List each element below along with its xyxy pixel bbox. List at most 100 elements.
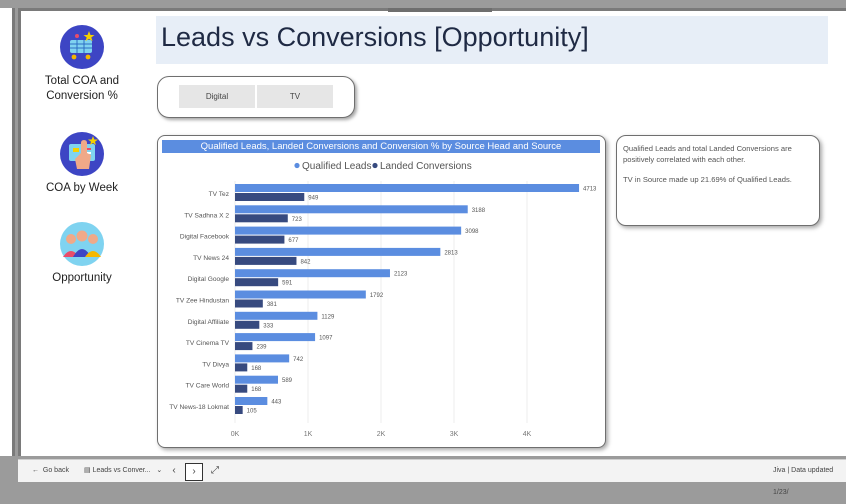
category-label: TV News 24 [193,255,229,262]
bar-qualified[interactable] [235,269,390,278]
x-tick-label: 4K [523,431,532,438]
category-label: Digital Affiliate [188,319,230,326]
left-panel-edge [0,8,15,456]
go-back-label: Go back [42,467,69,474]
data-label: 443 [271,400,282,406]
insight-line-1: Qualified Leads and total Landed Convers… [623,144,792,164]
back-arrow-icon: ← [32,467,39,474]
legend-label-landed: Landed Conversions [380,161,472,172]
data-label: 105 [247,409,258,415]
bar-qualified[interactable] [235,311,318,320]
chart-legend: Qualified Leads Landed Conversions [294,161,472,172]
category-label: TV Tez [209,191,229,198]
x-tick-label: 0K [231,431,240,438]
data-label: 1097 [319,336,333,342]
bar-qualified[interactable] [235,333,316,342]
bar-landed[interactable] [235,363,248,372]
go-back-button[interactable]: ← Go back [32,460,69,482]
insight-line-2: TV in Source made up 21.69% of Qualified… [623,175,792,184]
data-label: 3098 [465,229,479,235]
bar-qualified[interactable] [235,375,278,384]
legend-marker-qualified [294,162,300,169]
page-title: Leads vs Conversions [Opportunity] [161,22,589,52]
bar-qualified[interactable] [235,184,580,192]
nav-label: COA by Week [45,182,118,194]
data-label: 742 [293,357,304,363]
category-label: TV Cinema TV [186,340,230,347]
status-bar: ← Go back ▤ Leads vs Conver... ⌄ ‹ › ⤢ J… [18,459,846,496]
bar-landed[interactable] [235,235,285,244]
chevron-left-icon: ‹ [172,465,176,476]
data-label: 3188 [472,208,486,214]
bar-landed[interactable] [235,193,305,201]
nav-label: Total COA and [44,75,120,87]
nav-label-2: Conversion % [46,90,118,102]
data-label: 591 [282,281,293,287]
slicer-option-tv[interactable]: TV [257,85,333,108]
data-label: 949 [308,196,319,202]
shopping-cart-icon [60,25,104,69]
nav-coa-by-week[interactable]: COA by Week [22,131,142,196]
data-label: 677 [288,238,299,244]
insight-textbox: Qualified Leads and total Landed Convers… [616,135,820,226]
page-selector[interactable]: ▤ Leads vs Conver... ⌄ [84,460,162,482]
bar-landed[interactable] [235,406,243,414]
x-tick-label: 3K [450,431,459,438]
bar-landed[interactable] [235,278,279,287]
bar-qualified[interactable] [235,247,441,256]
data-label: 333 [263,323,274,329]
bar-qualified[interactable] [235,397,268,405]
legend-marker-landed [372,162,378,169]
category-label: TV Sadhna X 2 [184,212,229,219]
canvas-top-handle [388,8,492,12]
data-label: 842 [300,259,311,265]
data-label: 723 [292,217,303,223]
bar-qualified[interactable] [235,354,290,363]
page-tab-label: Leads vs Conver... [92,467,151,474]
bar-landed[interactable] [235,256,297,265]
data-label: 239 [256,345,267,351]
data-label: 1129 [321,314,335,320]
x-tick-label: 1K [304,431,313,438]
data-label: 2123 [394,272,408,278]
category-label: TV News-18 Lokmat [169,404,229,411]
data-label: 4713 [583,187,597,193]
bar-qualified[interactable] [235,290,366,299]
legend-label-qualified: Qualified Leads [302,161,372,172]
category-label: TV Care World [186,383,230,390]
category-label: Digital Facebook [180,234,230,241]
bar-landed[interactable] [235,342,253,351]
bar-landed[interactable] [235,214,288,223]
data-label: 1792 [370,293,384,299]
bar-landed[interactable] [235,384,248,393]
bar-landed[interactable] [235,320,260,329]
slicer-option-digital[interactable]: Digital [179,85,255,108]
nav-label: Opportunity [52,272,112,284]
category-label: Digital Google [188,276,230,283]
bar-qualified[interactable] [235,205,468,214]
category-label: TV Divya [202,361,229,368]
chevron-down-icon: ⌄ [156,467,163,474]
data-label: 381 [267,302,278,308]
category-label: TV Zee Hindustan [176,298,229,305]
nav-opportunity[interactable]: Opportunity [22,221,142,286]
bar-landed[interactable] [235,299,263,308]
source-slicer: Digital TV [157,76,355,118]
bar-qualified[interactable] [235,226,462,235]
nav-total-coa[interactable]: Total COA and Conversion % [22,24,142,104]
people-group-icon [60,222,104,266]
page-icon: ▤ [84,467,91,474]
previous-page-button[interactable]: ‹ [166,463,182,479]
data-label: 589 [282,378,293,384]
x-tick-label: 2K [377,431,386,438]
chart-plot: Qualified Leads Landed Conversions 0K 1K 2… [169,161,597,438]
data-updated-text: Jiva | Data updated 1/23/ [773,467,834,496]
chevron-right-icon: › [192,466,196,477]
data-label: 168 [251,387,262,393]
next-page-button[interactable]: › [185,463,203,481]
data-label: 168 [251,366,262,372]
expand-icon: ⤢ [211,465,219,476]
bar-chart-visual: Qualified Leads, Landed Conversions and … [157,135,606,448]
expand-button[interactable]: ⤢ [207,463,223,479]
touch-screen-icon [60,132,104,176]
